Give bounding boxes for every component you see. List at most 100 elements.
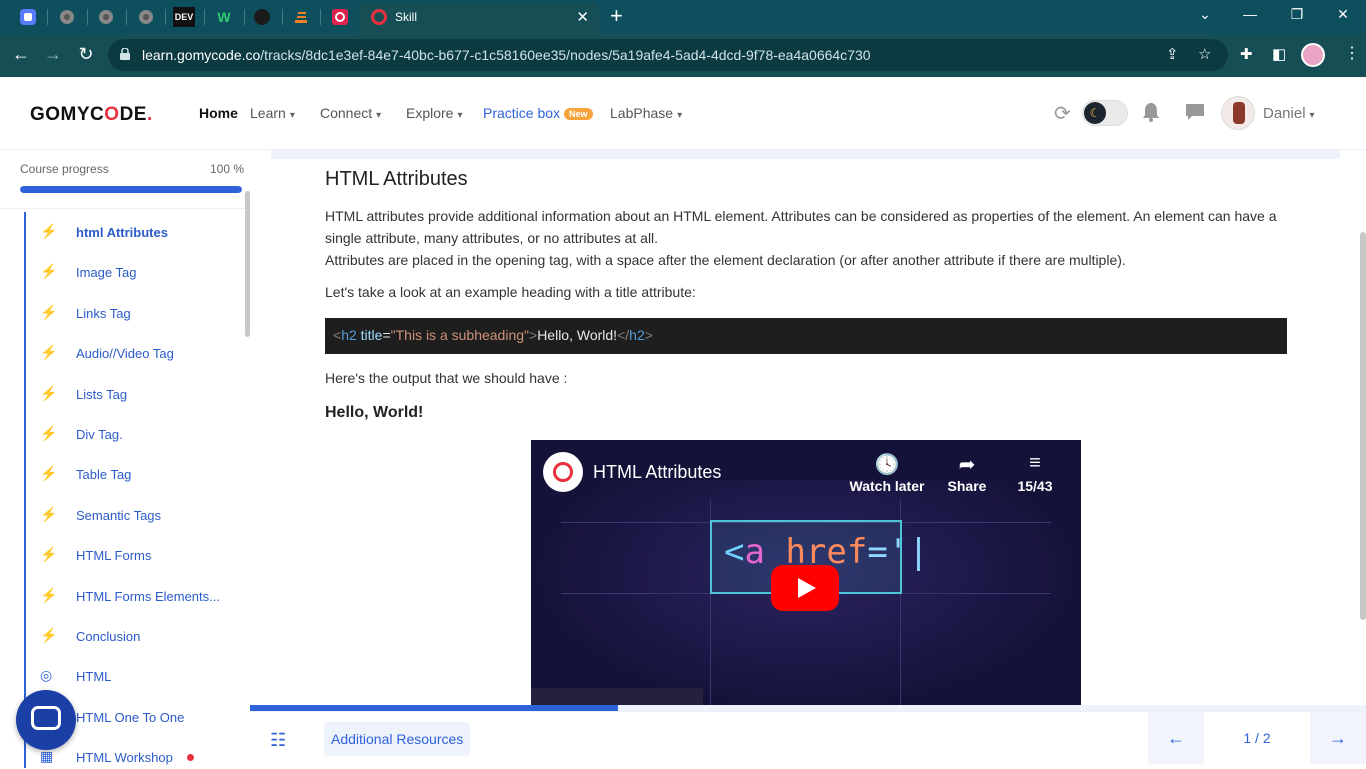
additional-resources-button[interactable]: Additional Resources — [324, 722, 471, 756]
tab-favicon-github-icon[interactable] — [252, 7, 272, 27]
playlist-button[interactable]: ≡ 15/43 — [995, 452, 1075, 496]
channel-logo[interactable] — [543, 452, 583, 492]
sidebar-lesson-item[interactable]: ⚡ Div Tag. — [26, 422, 236, 446]
sidebar-lesson-item[interactable]: ▦ HTML Workshop — [26, 745, 236, 768]
refresh-icon[interactable]: ⟳ — [1054, 101, 1071, 126]
bolt-icon: ⚡ — [40, 223, 58, 239]
sidebar-lesson-item[interactable]: ⚡ Conclusion — [26, 624, 236, 648]
previous-page-button[interactable]: ← — [1148, 712, 1204, 764]
lesson-title: HTML Attributes — [325, 168, 468, 190]
sidebar-lesson-item[interactable]: ⚡ Table Tag — [26, 462, 236, 486]
course-progress-fill — [20, 186, 242, 193]
sidebar-lesson-label: Audio//Video Tag — [76, 346, 174, 361]
sidebar-lesson-item[interactable]: ⚡ Image Tag — [26, 260, 236, 284]
tab-favicon-globe-icon[interactable] — [136, 7, 156, 27]
nav-practice-box[interactable]: Practice box New — [483, 105, 593, 121]
lesson-footer: ☷ Additional Resources ← 1 / 2 → — [250, 711, 1366, 768]
pagination: ← 1 / 2 → — [1148, 712, 1366, 769]
sidebar-lesson-item[interactable]: ⚡ Semantic Tags — [26, 503, 236, 527]
sidebar-lesson-label: Links Tag — [76, 306, 131, 321]
extensions-puzzle-icon[interactable]: ✚ — [1240, 45, 1253, 63]
dark-mode-toggle[interactable]: ☾ — [1082, 100, 1128, 126]
tab-search-chevron-icon[interactable]: ⌄ — [1195, 6, 1215, 23]
target-icon: ◎ — [40, 667, 53, 683]
nav-explore[interactable]: Explore ▾ — [406, 105, 463, 121]
sidebar-lesson-label: html Attributes — [76, 225, 168, 240]
moon-icon: ☾ — [1084, 102, 1106, 124]
bolt-icon: ⚡ — [40, 344, 58, 360]
active-tab[interactable]: Skill ✕ — [359, 2, 599, 34]
lesson-content: HTML Attributes HTML attributes provide … — [250, 150, 1366, 705]
lock-icon — [120, 48, 130, 60]
browser-menu-icon[interactable]: ⋮ — [1344, 43, 1360, 63]
minimize-icon[interactable]: — — [1240, 6, 1260, 22]
nav-home[interactable]: Home — [199, 105, 238, 121]
share-page-icon[interactable]: ⇪ — [1166, 45, 1179, 63]
tab-favicon-globe-icon[interactable] — [96, 7, 116, 27]
bookmark-star-icon[interactable]: ☆ — [1198, 45, 1211, 63]
tab-close-icon[interactable]: ✕ — [576, 8, 589, 26]
nav-labphase[interactable]: LabPhase ▾ — [610, 105, 682, 121]
content-scrollbar[interactable] — [1360, 232, 1366, 620]
bolt-icon: ⚡ — [40, 385, 58, 401]
live-chat-button[interactable] — [16, 690, 76, 750]
play-button[interactable] — [771, 565, 839, 611]
sidebar-lesson-item[interactable]: ⚡ HTML Forms Elements... — [26, 584, 236, 608]
sidebar-lesson-label: HTML One To One — [76, 710, 185, 725]
bolt-icon: ⚡ — [40, 465, 58, 481]
next-page-button[interactable]: → — [1310, 712, 1366, 764]
video-player[interactable]: HTML Attributes 🕓 Watch later ➦ Share ≡ 15/… — [531, 440, 1081, 705]
window-close-icon[interactable]: ✕ — [1333, 6, 1353, 23]
notification-bell-icon[interactable] — [1141, 101, 1161, 129]
tab-favicon-dev[interactable]: DEV — [173, 7, 195, 27]
tab-favicon-stackoverflow-icon[interactable] — [291, 7, 311, 27]
sidebar-lesson-item[interactable]: ⚡ Links Tag — [26, 301, 236, 325]
url-field[interactable]: learn.gomycode.co/tracks/8dc1e3ef-84e7-4… — [108, 39, 1228, 71]
forward-arrow-icon[interactable]: → — [42, 44, 64, 65]
gomycode-favicon-icon — [371, 9, 387, 25]
gomycode-logo[interactable]: GOMYCODE. — [30, 104, 153, 126]
lesson-list: ⚡ html Attributes ⚡ Image Tag ⚡ Links Tag ⚡ Aud… — [24, 212, 250, 768]
sidebar-lesson-label: HTML Forms — [76, 548, 152, 563]
watch-later-button[interactable]: 🕓 Watch later — [847, 452, 927, 496]
sidebar-lesson-item[interactable]: ⚡ HTML Forms — [26, 543, 236, 567]
new-tab-button[interactable]: + — [610, 5, 623, 27]
chat-icon — [31, 706, 61, 730]
messages-chat-icon[interactable] — [1184, 101, 1206, 129]
chevron-down-icon: ▾ — [457, 110, 463, 121]
sidebar-lesson-item[interactable]: ◎ HTML — [26, 664, 236, 688]
reload-icon[interactable]: ↻ — [75, 44, 97, 65]
tab-favicon-w[interactable]: W — [214, 7, 234, 27]
playlist-icon: ≡ — [1029, 452, 1041, 474]
browser-tab-bar: DEV W Skill ✕ + ⌄ — ❐ ✕ — [0, 0, 1366, 34]
sidebar-lesson-item[interactable]: ⚡ Audio//Video Tag — [26, 341, 236, 365]
code-example: <h2 title="This is a subheading">Hello, … — [325, 318, 1287, 354]
tab-favicon-app[interactable] — [18, 7, 38, 27]
tab-favicon-globe-icon[interactable] — [57, 7, 77, 27]
user-avatar[interactable] — [1221, 96, 1255, 130]
example-intro-text: Let's take a look at an example heading … — [325, 284, 696, 300]
restore-icon[interactable]: ❐ — [1287, 6, 1307, 23]
sidebar-lesson-label: Lists Tag — [76, 387, 128, 402]
bolt-icon: ⚡ — [40, 587, 58, 603]
sidebar-lesson-label: Div Tag. — [76, 427, 123, 442]
tab-favicon-nestjs-icon[interactable] — [330, 7, 350, 27]
side-panel-icon[interactable]: ◧ — [1272, 45, 1286, 63]
sidebar-lesson-item[interactable]: ⚡ html Attributes — [26, 220, 236, 244]
workshop-icon: ▦ — [40, 748, 54, 764]
user-menu[interactable]: Daniel ▾ — [1263, 105, 1315, 122]
back-arrow-icon[interactable]: ← — [10, 44, 32, 65]
sidebar-lesson-label: Conclusion — [76, 629, 141, 644]
video-title[interactable]: HTML Attributes — [593, 462, 721, 483]
browser-profile-avatar[interactable] — [1301, 43, 1325, 67]
outline-list-icon[interactable]: ☷ — [270, 730, 286, 751]
course-progress-bar — [20, 186, 242, 193]
bolt-icon: ⚡ — [40, 425, 58, 441]
course-progress-percent: 100 % — [210, 162, 245, 176]
nav-learn[interactable]: Learn ▾ — [250, 105, 295, 121]
clock-icon: 🕓 — [874, 454, 900, 476]
active-tab-title: Skill — [395, 10, 418, 24]
unread-dot — [187, 754, 194, 761]
nav-connect[interactable]: Connect ▾ — [320, 105, 381, 121]
sidebar-lesson-item[interactable]: ⚡ Lists Tag — [26, 382, 236, 406]
